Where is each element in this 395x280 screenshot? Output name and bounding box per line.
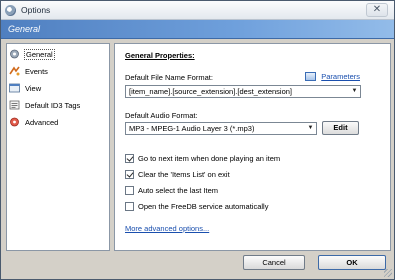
sidebar: General Events View Default ID3 Tags Adv… xyxy=(6,43,110,251)
freedb-option[interactable]: Open the FreeDB service automatically xyxy=(125,201,268,212)
sidebar-item-label: Default ID3 Tags xyxy=(25,100,81,110)
checkbox-label: Go to next item when done playing an ite… xyxy=(138,154,281,163)
checkbox-label: Auto select the last Item xyxy=(138,186,219,195)
general-properties-panel: General Properties: Default File Name Fo… xyxy=(114,43,391,251)
clear-items-checkbox[interactable] xyxy=(125,170,134,179)
resize-grip[interactable] xyxy=(384,269,392,277)
advanced-icon xyxy=(9,117,20,127)
more-advanced-options-link[interactable]: More advanced options... xyxy=(125,224,209,233)
close-button[interactable]: ✕ xyxy=(366,3,388,17)
gear-icon xyxy=(9,49,20,59)
window-title: Options xyxy=(21,5,51,15)
title-bar[interactable]: Options ✕ xyxy=(1,1,394,20)
chevron-down-icon[interactable]: ▼ xyxy=(305,123,316,134)
sidebar-item-label: View xyxy=(25,83,42,93)
sidebar-item-label: Events xyxy=(25,66,48,76)
checkbox-label: Open the FreeDB service automatically xyxy=(138,202,269,211)
page-title: General xyxy=(8,24,41,34)
app-icon xyxy=(5,5,16,16)
auto-select-option[interactable]: Auto select the last Item xyxy=(125,185,218,196)
file-name-format-value: [item_name].[source_extension].[dest_ext… xyxy=(129,87,293,96)
checkbox-label: Clear the 'Items List' on exit xyxy=(138,170,230,179)
parameters-icon[interactable] xyxy=(305,72,316,81)
sidebar-item-view[interactable]: View xyxy=(9,81,107,95)
sidebar-item-general[interactable]: General xyxy=(9,47,107,61)
chevron-down-icon[interactable]: ▼ xyxy=(349,86,360,97)
next-item-checkbox[interactable] xyxy=(125,154,134,163)
file-name-format-select[interactable]: [item_name].[source_extension].[dest_ext… xyxy=(125,85,361,98)
tags-icon xyxy=(9,100,20,110)
sidebar-item-label: General xyxy=(24,48,55,60)
options-window: Options ✕ General General Events View De… xyxy=(0,0,395,280)
section-title: General Properties: xyxy=(125,51,195,60)
sidebar-item-label: Advanced xyxy=(25,117,59,127)
page-header: General xyxy=(1,20,394,39)
freedb-checkbox[interactable] xyxy=(125,202,134,211)
view-icon xyxy=(9,83,20,93)
events-icon xyxy=(9,66,20,76)
audio-format-label: Default Audio Format: xyxy=(125,111,198,120)
ok-button[interactable]: OK xyxy=(318,255,386,270)
sidebar-item-events[interactable]: Events xyxy=(9,64,107,78)
clear-items-option[interactable]: Clear the 'Items List' on exit xyxy=(125,169,230,180)
next-item-option[interactable]: Go to next item when done playing an ite… xyxy=(125,153,280,164)
file-name-format-label: Default File Name Format: xyxy=(125,73,213,82)
parameters-link[interactable]: Parameters xyxy=(321,72,360,81)
audio-format-select[interactable]: MP3 - MPEG-1 Audio Layer 3 (*.mp3) ▼ xyxy=(125,122,317,135)
edit-button[interactable]: Edit xyxy=(322,121,359,135)
sidebar-item-default-id3-tags[interactable]: Default ID3 Tags xyxy=(9,98,107,112)
audio-format-value: MP3 - MPEG-1 Audio Layer 3 (*.mp3) xyxy=(129,124,255,133)
auto-select-checkbox[interactable] xyxy=(125,186,134,195)
cancel-button[interactable]: Cancel xyxy=(243,255,305,270)
sidebar-item-advanced[interactable]: Advanced xyxy=(9,115,107,129)
